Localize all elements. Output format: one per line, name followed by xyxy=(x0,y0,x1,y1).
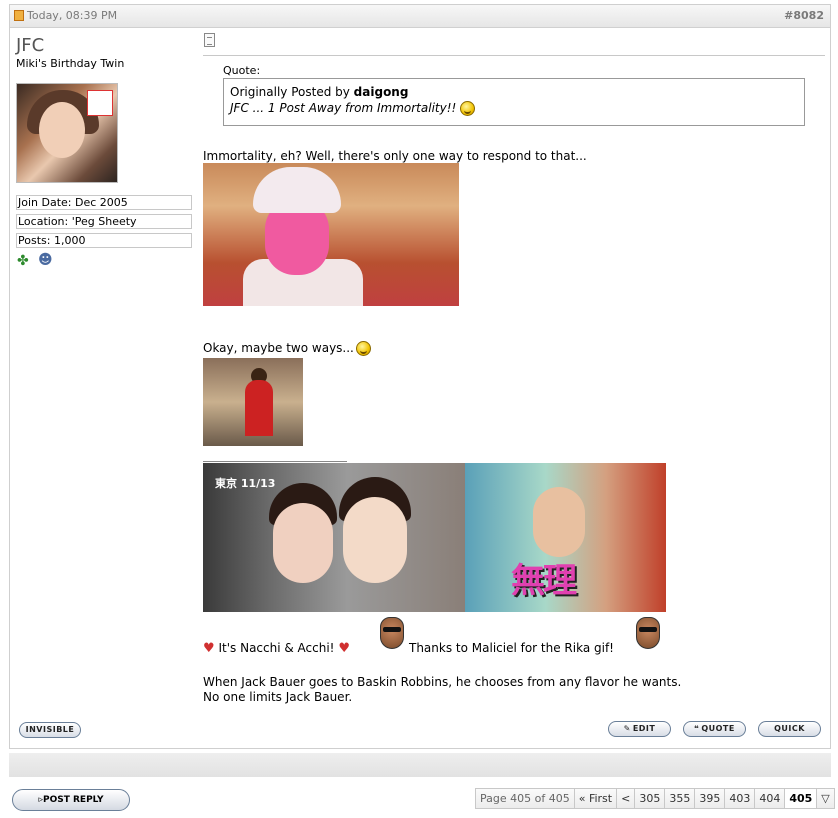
page-navigation: Page 405 of 405 « First < 305 355 395 40… xyxy=(475,788,835,809)
smile-icon xyxy=(355,341,371,356)
banner-face-1 xyxy=(273,503,333,583)
jack-bauer-icon xyxy=(636,617,660,649)
quote-button-label: QUOTE xyxy=(701,724,735,733)
person-icon: ☻ xyxy=(38,252,53,268)
avatar-face xyxy=(39,102,85,158)
post-text-line1: Immortality, eh? Well, there's only one … xyxy=(203,149,587,163)
post-date: Today, 08:39 PM xyxy=(27,9,118,22)
page-link[interactable]: 395 xyxy=(694,789,725,808)
post-icon xyxy=(204,33,215,47)
signature-banner: 東京 11/13 無理 xyxy=(203,463,666,612)
page-label: Page 405 of 405 xyxy=(476,789,574,808)
first-page-link[interactable]: « First xyxy=(573,789,617,808)
user-title: Miki's Birthday Twin xyxy=(16,57,125,70)
signature-text-c2: No one limits Jack Bauer. xyxy=(203,690,353,704)
join-date: Join Date: Dec 2005 xyxy=(16,195,192,210)
location: Location: 'Peg Sheety xyxy=(16,214,192,229)
username[interactable]: JFC xyxy=(16,35,44,56)
jack-bauer-icon xyxy=(380,617,404,649)
page-link[interactable]: 305 xyxy=(634,789,665,808)
signature-text-b: Thanks to Maliciel for the Rika gif! xyxy=(409,641,614,655)
smile-icon xyxy=(460,101,476,116)
post-image-2 xyxy=(203,358,303,446)
post-status-icon xyxy=(14,10,24,21)
edit-button[interactable]: ✎ EDIT xyxy=(608,721,671,737)
heart-icon: ♥ xyxy=(338,641,350,656)
post-reply-button[interactable]: ▹POST REPLY xyxy=(12,789,130,811)
banner-tv-caption: 東京 11/13 xyxy=(215,477,276,490)
page-link[interactable]: 355 xyxy=(664,789,695,808)
clover-icon: ✤ xyxy=(17,253,29,269)
post-text-line2: Okay, maybe two ways... xyxy=(203,341,371,356)
post-reply-label: POST REPLY xyxy=(43,795,104,805)
post: Today, 08:39 PM #8082 JFC Miki's Birthda… xyxy=(9,4,831,749)
quote-text-content: JFC ... 1 Post Away from Immortality!! xyxy=(230,101,457,115)
edit-icon: ✎ xyxy=(623,724,631,733)
img2-man xyxy=(245,380,273,436)
page-link[interactable]: 404 xyxy=(754,789,785,808)
signature-divider xyxy=(203,461,347,462)
post-image-1 xyxy=(203,163,459,306)
separator-bar xyxy=(9,753,831,777)
quote-author: daigong xyxy=(353,85,409,99)
post-divider xyxy=(203,55,825,56)
quote-attribution: Originally Posted by daigong xyxy=(230,85,798,99)
post-count: Posts: 1,000 xyxy=(16,233,192,248)
current-page: 405 xyxy=(784,789,817,808)
avatar-badge-icon xyxy=(87,90,113,116)
post-number[interactable]: #8082 xyxy=(784,9,824,22)
quote-box: Originally Posted by daigong JFC ... 1 P… xyxy=(223,78,805,126)
heart-icon: ♥ xyxy=(203,641,215,656)
signature-text-a: It's Nacchi & Acchi! xyxy=(218,641,335,655)
quick-reply-button[interactable]: QUICK xyxy=(758,721,821,737)
banner-face-3 xyxy=(533,487,585,557)
page-menu-icon[interactable]: ▽ xyxy=(816,789,834,808)
banner-face-2 xyxy=(343,497,407,583)
invisible-button[interactable]: INVISIBLE xyxy=(19,722,81,738)
quote-text: JFC ... 1 Post Away from Immortality!! xyxy=(230,101,798,116)
post-text-line2-content: Okay, maybe two ways... xyxy=(203,341,354,355)
quote-originally: Originally Posted by xyxy=(230,85,354,99)
banner-kanji: 無理 xyxy=(511,561,577,601)
quote-label: Quote: xyxy=(223,64,261,77)
quote-icon: ❝ xyxy=(694,724,700,733)
post-number-link[interactable]: #8082 xyxy=(784,9,824,22)
edit-button-label: EDIT xyxy=(632,724,656,733)
signature-line-a: ♥ It's Nacchi & Acchi! ♥ xyxy=(203,641,350,656)
quote-button[interactable]: ❝ QUOTE xyxy=(683,721,746,737)
page-link[interactable]: 403 xyxy=(724,789,755,808)
avatar xyxy=(16,83,118,183)
prev-page-link[interactable]: < xyxy=(616,789,635,808)
post-header: Today, 08:39 PM #8082 xyxy=(10,5,830,28)
img1-hat xyxy=(253,167,341,213)
signature-text-c1: When Jack Bauer goes to Baskin Robbins, … xyxy=(203,675,682,689)
